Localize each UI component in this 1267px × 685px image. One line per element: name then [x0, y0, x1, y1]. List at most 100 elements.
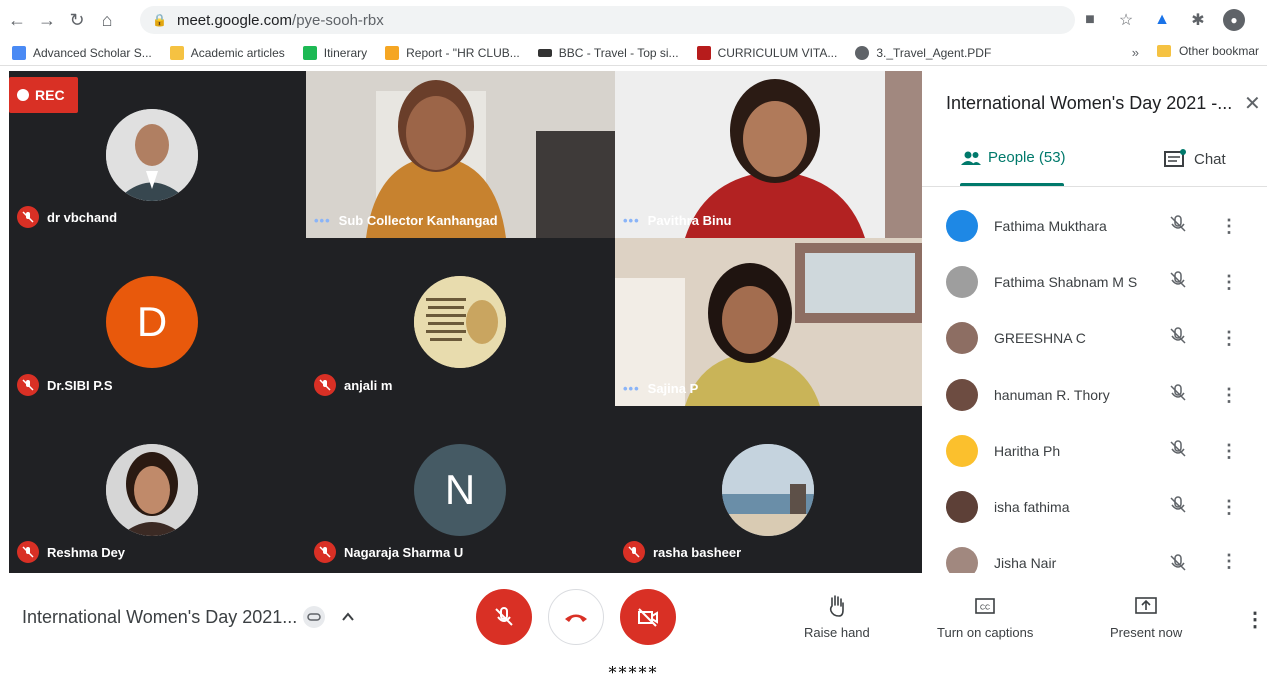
participant-tile[interactable]: D Dr.SIBI P.S: [9, 238, 306, 406]
participant-name: Reshma Dey: [47, 544, 126, 560]
bookmark-label: Report - "HR CLUB...: [406, 45, 520, 60]
tab-chat[interactable]: Chat: [1164, 149, 1226, 169]
bookmarks-more-icon[interactable]: »: [1132, 45, 1139, 60]
bookmark-icon: [302, 45, 317, 60]
record-dot-icon: [17, 89, 29, 101]
list-item[interactable]: Haritha Ph ⋮: [922, 423, 1267, 479]
bookmark-item[interactable]: CURRICULUM VITA...: [696, 45, 837, 60]
avatar-initial: D: [136, 298, 168, 345]
tile-name: rasha basheer: [623, 541, 741, 563]
mic-off-icon: [314, 541, 336, 563]
list-item[interactable]: isha fathima ⋮: [922, 479, 1267, 535]
tab-people[interactable]: People (53): [960, 149, 1066, 166]
mic-off-icon[interactable]: [1168, 270, 1188, 295]
lock-icon: 🔒: [152, 13, 167, 27]
people-tab-label: People (53): [988, 149, 1066, 166]
mic-off-icon[interactable]: [1168, 495, 1188, 520]
meet-screenshot: ← → ↻ ⌂ 🔒 meet.google.com/pye-sooh-rbx ■…: [0, 0, 1267, 685]
more-options-icon[interactable]: ⋮: [1220, 216, 1238, 237]
list-item[interactable]: Jisha Nair ⋮: [922, 535, 1267, 573]
tile-name: Reshma Dey: [17, 541, 125, 563]
speaking-indicator-icon: •••: [623, 213, 640, 228]
camera-toggle-button[interactable]: [620, 589, 676, 645]
chat-tab-label: Chat: [1194, 150, 1226, 168]
present-label: Present now: [1110, 625, 1183, 640]
panel-title: International Women's Day 2021 -...: [946, 93, 1233, 113]
raise-hand-label: Raise hand: [804, 625, 870, 640]
tile-name: anjali m: [314, 374, 392, 396]
participant-tile[interactable]: REC dr vbchand: [9, 71, 306, 238]
meeting-title[interactable]: International Women's Day 2021...: [22, 607, 297, 628]
bookmark-item[interactable]: Itinerary: [302, 45, 367, 60]
bookmark-label: Academic articles: [190, 45, 285, 60]
mic-off-icon[interactable]: [1168, 214, 1188, 239]
list-item[interactable]: GREESHNA C ⋮: [922, 310, 1267, 366]
more-options-icon[interactable]: ⋮: [1220, 497, 1238, 518]
avatar: N: [414, 444, 506, 536]
participant-tile[interactable]: N Nagaraja Sharma U: [306, 406, 615, 573]
avatar: [946, 547, 978, 573]
meeting-controls: International Women's Day 2021... Raise …: [0, 573, 1267, 661]
person-name: Fathima Mukthara: [994, 218, 1107, 234]
mic-off-icon[interactable]: [1168, 383, 1188, 408]
leave-call-button[interactable]: [548, 589, 604, 645]
participant-tile[interactable]: anjali m: [306, 238, 615, 406]
captions-label: Turn on captions: [937, 625, 1034, 640]
camera-icon[interactable]: ■: [1079, 9, 1101, 31]
puzzle-icon[interactable]: ✱: [1187, 9, 1209, 31]
avatar: [106, 109, 198, 201]
present-icon: [1134, 593, 1158, 619]
mic-off-icon: [623, 541, 645, 563]
rec-label: REC: [35, 87, 65, 103]
camera-off-icon: [638, 608, 658, 627]
bookmark-item[interactable]: 3._Travel_Agent.PDF: [855, 45, 991, 60]
reload-icon[interactable]: ↻: [64, 7, 90, 33]
participant-tile[interactable]: ••• Sajina P: [615, 238, 922, 406]
participant-name: rasha basheer: [653, 544, 742, 560]
other-bookmarks[interactable]: Other bookmar: [1156, 44, 1259, 58]
participant-name: Nagaraja Sharma U: [344, 544, 464, 560]
raise-hand-button[interactable]: Raise hand: [804, 593, 870, 640]
video-grid: REC dr vbchand ••• Sub Collector Kanhang…: [9, 71, 922, 573]
extension-icon[interactable]: ▲: [1151, 9, 1173, 31]
participant-tile[interactable]: ••• Pavithra Binu: [615, 71, 922, 238]
back-icon[interactable]: ←: [4, 7, 30, 33]
forward-icon[interactable]: →: [34, 7, 60, 33]
other-bookmarks-label: Other bookmar: [1178, 44, 1259, 58]
mic-off-icon[interactable]: [1168, 326, 1188, 351]
panel-divider: [922, 186, 1267, 187]
home-icon[interactable]: ⌂: [94, 7, 120, 33]
globe-icon: [855, 45, 870, 60]
close-icon[interactable]: ✕: [1244, 91, 1261, 116]
list-item[interactable]: hanuman R. Thory ⋮: [922, 367, 1267, 423]
avatar: D: [106, 276, 198, 368]
participant-name: dr vbchand: [47, 209, 118, 225]
list-item[interactable]: Fathima Shabnam M S ⋮: [922, 254, 1267, 310]
bookmark-item[interactable]: Report - "HR CLUB...: [385, 45, 520, 60]
participant-tile[interactable]: ••• Sub Collector Kanhangad: [306, 71, 615, 238]
url-bar[interactable]: 🔒 meet.google.com/pye-sooh-rbx: [140, 6, 1075, 34]
mic-off-icon[interactable]: [1168, 439, 1188, 464]
svg-text:CC: CC: [980, 605, 990, 612]
folder-icon: [1156, 45, 1171, 57]
participant-tile[interactable]: Reshma Dey: [9, 406, 306, 573]
more-options-icon[interactable]: ⋮: [1245, 607, 1265, 632]
more-options-icon[interactable]: ⋮: [1220, 385, 1238, 406]
captions-button[interactable]: CC Turn on captions: [937, 593, 1033, 640]
bookmark-item[interactable]: Academic articles: [169, 45, 285, 60]
mic-off-icon[interactable]: [1168, 553, 1188, 573]
participant-tile[interactable]: rasha basheer: [615, 406, 922, 573]
more-options-icon[interactable]: ⋮: [1220, 328, 1238, 349]
attachment-icon[interactable]: [302, 605, 326, 634]
bookmark-item[interactable]: Advanced Scholar S...: [12, 45, 152, 60]
bookmark-item[interactable]: BBC - Travel - Top si...: [537, 46, 679, 60]
more-options-icon[interactable]: ⋮: [1220, 551, 1238, 572]
list-item[interactable]: Fathima Mukthara ⋮: [922, 198, 1267, 254]
present-now-button[interactable]: Present now: [1110, 593, 1182, 640]
profile-icon[interactable]: ●: [1223, 9, 1245, 31]
more-options-icon[interactable]: ⋮: [1220, 441, 1238, 462]
more-options-icon[interactable]: ⋮: [1220, 272, 1238, 293]
chevron-up-icon[interactable]: [340, 609, 356, 630]
star-icon[interactable]: ☆: [1115, 9, 1137, 31]
mic-toggle-button[interactable]: [476, 589, 532, 645]
